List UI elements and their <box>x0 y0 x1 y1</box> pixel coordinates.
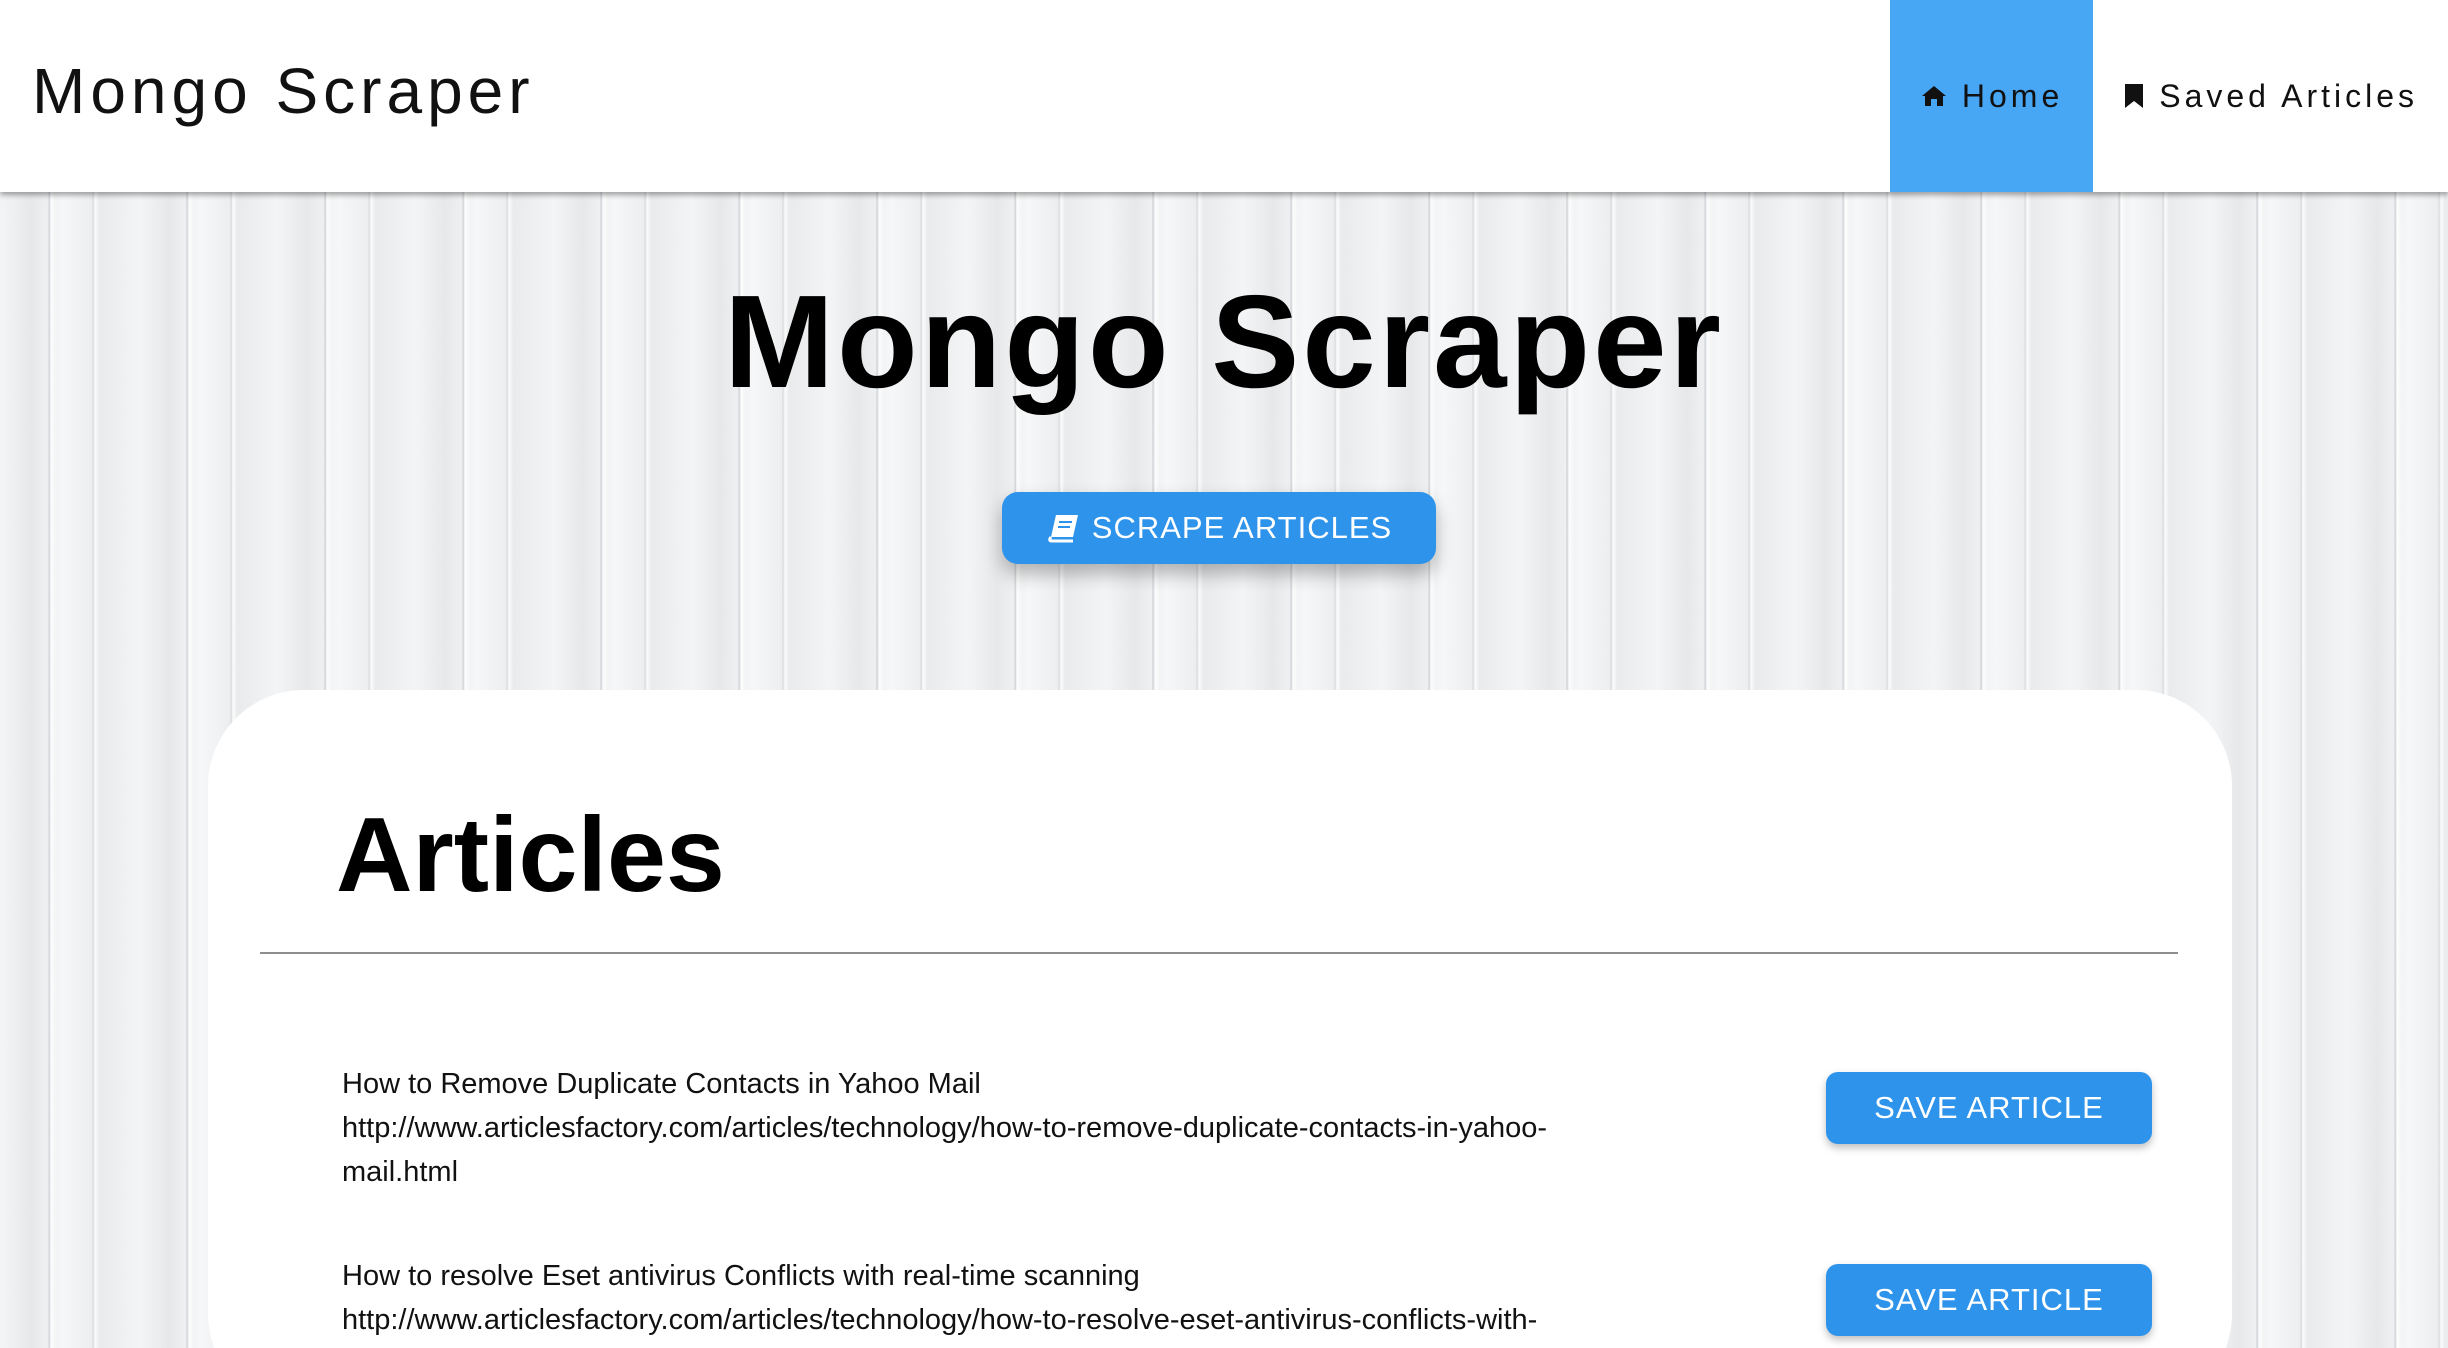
nav-links: Home Saved Articles <box>1889 0 2448 192</box>
article-text: How to resolve Eset antivirus Conflicts … <box>342 1254 1642 1342</box>
save-article-button[interactable]: SAVE ARTICLE <box>1826 1072 2152 1144</box>
articles-heading: Articles <box>336 796 725 914</box>
section-divider <box>260 952 2178 954</box>
nav-saved-articles-link[interactable]: Saved Articles <box>2093 0 2448 192</box>
scrape-articles-button[interactable]: SCRAPE ARTICLES <box>1002 492 1436 564</box>
brand-logo-text[interactable]: Mongo Scraper <box>32 46 535 136</box>
nav-home-link[interactable]: Home <box>1889 0 2094 192</box>
nav-home-label: Home <box>1961 77 2064 114</box>
article-url-continued[interactable]: mail.html <box>342 1150 1642 1194</box>
save-article-button[interactable]: SAVE ARTICLE <box>1826 1264 2152 1336</box>
article-title: How to resolve Eset antivirus Conflicts … <box>342 1260 1140 1292</box>
nav-saved-articles-label: Saved Articles <box>2159 77 2418 114</box>
hero-title: Mongo Scraper <box>724 268 1724 415</box>
article-title: How to Remove Duplicate Contacts in Yaho… <box>342 1068 981 1100</box>
article-item: How to resolve Eset antivirus Conflicts … <box>342 1254 2292 1342</box>
book-icon <box>1046 512 1082 544</box>
article-url[interactable]: http://www.articlesfactory.com/articles/… <box>342 1106 1642 1150</box>
home-icon <box>1920 84 1948 108</box>
articles-panel: Articles How to Remove Duplicate Contact… <box>208 690 2232 1348</box>
article-text: How to Remove Duplicate Contacts in Yaho… <box>342 1062 1642 1194</box>
top-navbar: Mongo Scraper Home Saved Articles <box>0 0 2448 192</box>
article-item: How to Remove Duplicate Contacts in Yaho… <box>342 1062 2292 1194</box>
article-url[interactable]: http://www.articlesfactory.com/articles/… <box>342 1298 1642 1342</box>
scrape-articles-label: SCRAPE ARTICLES <box>1091 510 1393 545</box>
bookmark-icon <box>2123 82 2145 110</box>
